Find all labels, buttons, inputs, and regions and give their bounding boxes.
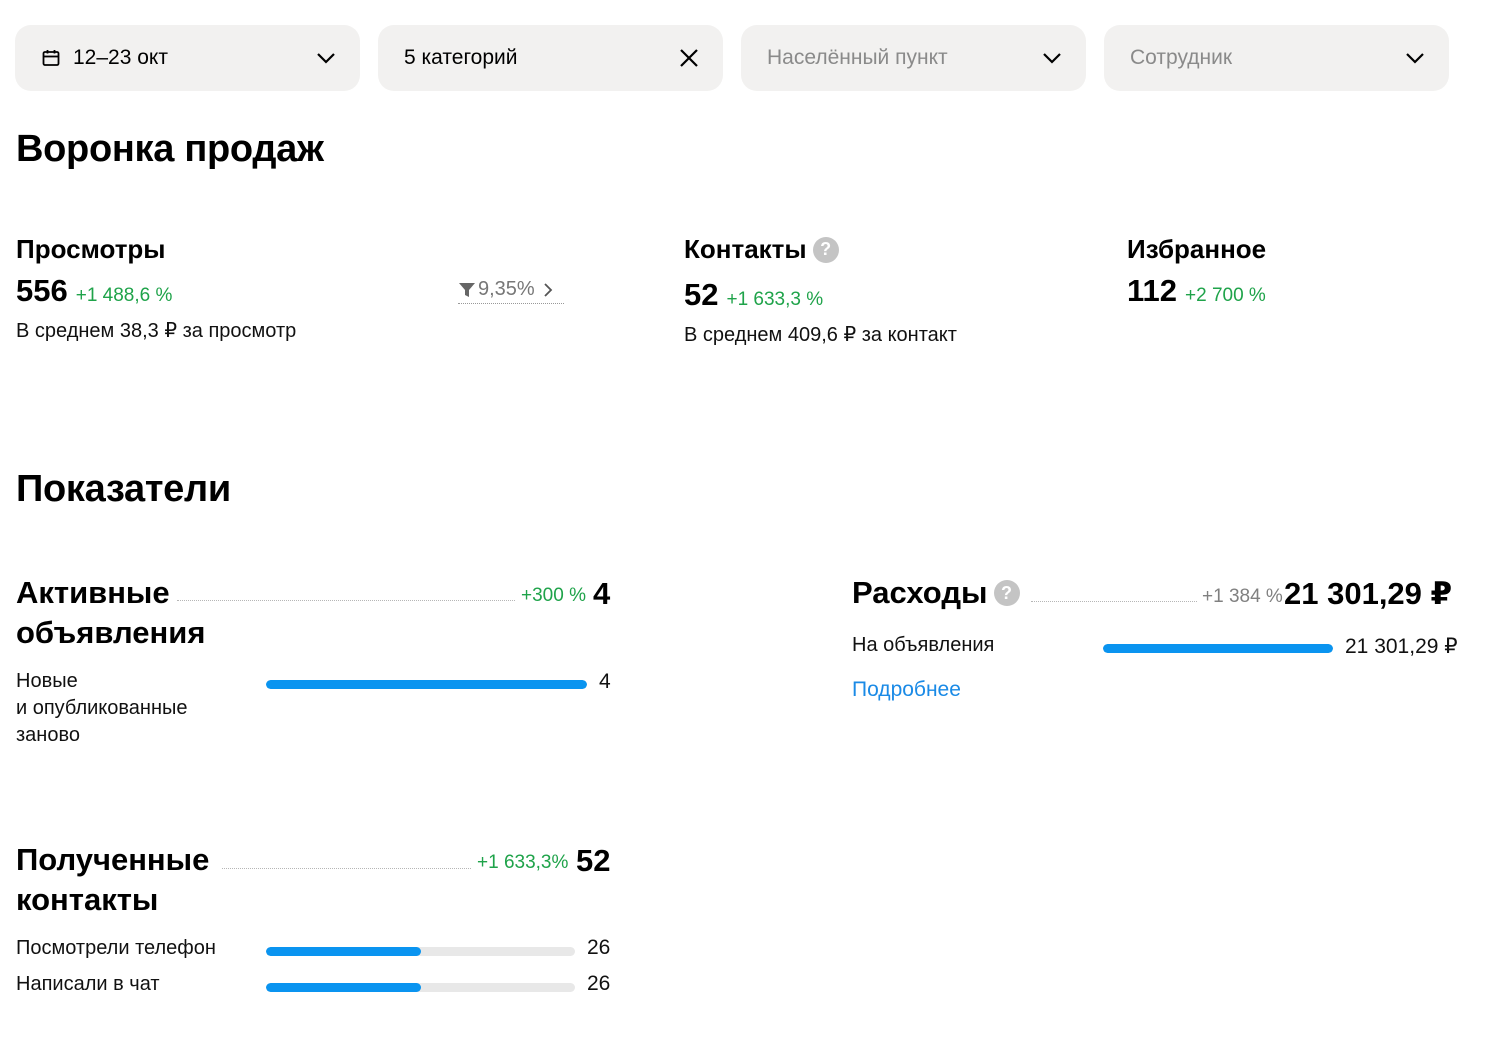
chat-messages-label: Написали в чат xyxy=(16,973,160,995)
contacts-received-value: 52 xyxy=(576,843,611,878)
expenses-value: 21 301,29 ₽ xyxy=(1284,576,1453,611)
date-filter-value: 12–23 окт xyxy=(73,46,168,69)
expenses-delta: +1 384 % xyxy=(1202,586,1283,607)
progress-fill xyxy=(266,680,587,689)
close-icon[interactable] xyxy=(677,46,701,70)
views-delta: +1 488,6 % xyxy=(75,285,173,306)
new-ads-label-line2: и опубликованные xyxy=(16,697,188,719)
help-icon[interactable]: ? xyxy=(993,580,1020,606)
category-filter[interactable]: 5 категорий xyxy=(378,25,723,91)
views-average: В среднем 38,3 ₽ за просмотр xyxy=(16,320,297,342)
progress-bar xyxy=(1103,644,1333,653)
contacts-value-row: 52 +1 633,3 % xyxy=(684,277,823,313)
favorites-value-row: 112 +2 700 % xyxy=(1127,273,1266,309)
employee-filter-placeholder: Сотрудник xyxy=(1130,46,1233,69)
views-value: 556 xyxy=(16,273,68,308)
leader-dots xyxy=(222,868,471,869)
conversion-link[interactable]: 9,35% xyxy=(458,276,564,304)
favorites-value: 112 xyxy=(1127,273,1178,308)
active-ads-delta: +300 % xyxy=(521,585,586,606)
locality-filter[interactable]: Населённый пункт xyxy=(741,25,1086,91)
contacts-received-title-line1: Полученные xyxy=(16,842,210,877)
progress-fill xyxy=(1103,644,1333,653)
new-ads-label: Новые и опубликованные заново xyxy=(16,668,188,749)
contacts-received-delta: +1 633,3% xyxy=(477,852,569,873)
chevron-right-icon xyxy=(541,281,555,299)
new-ads-value: 4 xyxy=(599,670,611,693)
new-ads-label-line1: Новые xyxy=(16,670,78,692)
contacts-value: 52 xyxy=(684,277,719,312)
contacts-received-title-line2: контакты xyxy=(16,882,159,917)
conversion-value: 9,35% xyxy=(478,278,535,300)
leader-dots xyxy=(177,600,515,601)
views-value-row: 556 +1 488,6 % xyxy=(16,273,172,309)
funnel-icon xyxy=(458,281,476,299)
chevron-down-icon xyxy=(1040,46,1064,70)
expenses-title-text: Расходы xyxy=(852,575,988,610)
category-filter-value: 5 категорий xyxy=(404,46,518,69)
contacts-delta: +1 633,3 % xyxy=(726,289,824,310)
contacts-received-title: Полученные контакты xyxy=(16,840,209,920)
phone-views-label: Посмотрели телефон xyxy=(16,937,216,959)
favorites-label: Избранное xyxy=(1127,234,1266,265)
active-ads-title-line2: объявления xyxy=(16,615,206,650)
chevron-down-icon xyxy=(1403,46,1427,70)
views-label: Просмотры xyxy=(16,234,166,265)
progress-bar xyxy=(266,983,575,992)
expenses-title: Расходы ? xyxy=(852,573,1020,613)
help-icon[interactable]: ? xyxy=(812,236,839,263)
progress-fill xyxy=(266,983,421,992)
metrics-heading: Показатели xyxy=(16,468,231,510)
new-ads-label-line3: заново xyxy=(16,724,80,746)
ad-expenses-value: 21 301,29 ₽ xyxy=(1345,635,1458,658)
employee-filter[interactable]: Сотрудник xyxy=(1104,25,1449,91)
calendar-icon xyxy=(41,48,61,68)
progress-fill xyxy=(266,947,421,956)
ad-expenses-label: На объявления xyxy=(852,634,995,656)
leader-dots xyxy=(1031,601,1197,602)
views-label-text: Просмотры xyxy=(16,234,166,264)
active-ads-title-line1: Активные xyxy=(16,575,170,610)
funnel-heading: Воронка продаж xyxy=(16,128,324,170)
favorites-delta: +2 700 % xyxy=(1185,285,1266,306)
progress-bar xyxy=(266,947,575,956)
date-filter[interactable]: 12–23 окт xyxy=(15,25,360,91)
more-link[interactable]: Подробнее xyxy=(852,678,961,702)
progress-bar xyxy=(266,680,587,689)
contacts-label-text: Контакты xyxy=(684,234,807,264)
favorites-label-text: Избранное xyxy=(1127,234,1267,264)
chat-messages-value: 26 xyxy=(587,972,611,995)
chevron-down-icon xyxy=(314,46,338,70)
phone-views-value: 26 xyxy=(587,936,611,959)
contacts-label: Контакты ? xyxy=(684,234,839,265)
locality-filter-placeholder: Населённый пункт xyxy=(767,46,948,69)
active-ads-title: Активные объявления xyxy=(16,573,205,653)
contacts-average: В среднем 409,6 ₽ за контакт xyxy=(684,324,957,346)
active-ads-value: 4 xyxy=(593,576,611,611)
